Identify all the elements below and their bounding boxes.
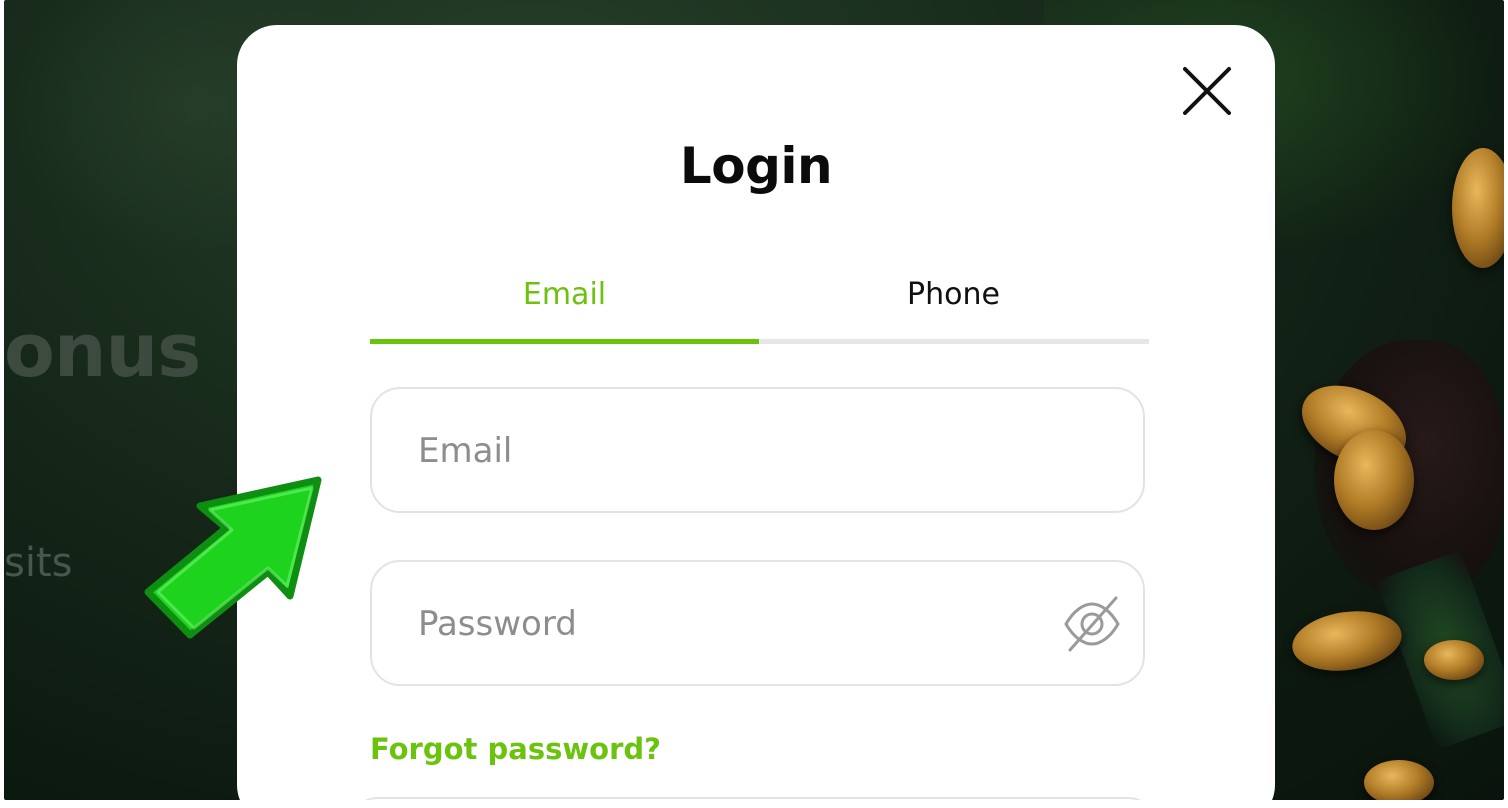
tab-email[interactable]: Email bbox=[370, 269, 759, 339]
close-button[interactable] bbox=[1177, 61, 1237, 121]
email-field-container bbox=[370, 387, 1145, 513]
background-subtext: sits bbox=[4, 540, 73, 586]
background-heading: onus bbox=[4, 308, 201, 394]
coin-decoration bbox=[1424, 640, 1484, 680]
coin-decoration bbox=[1364, 760, 1434, 800]
modal-title: Login bbox=[679, 137, 833, 195]
toggle-password-visibility[interactable] bbox=[1060, 592, 1124, 656]
coin-decoration bbox=[1334, 430, 1414, 530]
password-field-container bbox=[370, 560, 1145, 686]
tab-phone[interactable]: Phone bbox=[759, 269, 1148, 339]
password-input[interactable] bbox=[416, 562, 1060, 686]
close-icon bbox=[1183, 67, 1231, 115]
login-method-tabs: Email Phone bbox=[370, 269, 1149, 345]
forgot-password-link[interactable]: Forgot password? bbox=[370, 732, 661, 766]
email-input[interactable] bbox=[416, 389, 1060, 513]
active-tab-indicator bbox=[370, 339, 759, 344]
next-field-edge bbox=[348, 797, 1158, 800]
eye-off-icon bbox=[1064, 596, 1120, 652]
arrow-pointer-icon bbox=[144, 476, 322, 639]
login-modal: Login Email Phone Forgot password? bbox=[237, 25, 1275, 800]
page-backdrop: onus sits Login Email Phone Email Forgot… bbox=[4, 0, 1504, 800]
